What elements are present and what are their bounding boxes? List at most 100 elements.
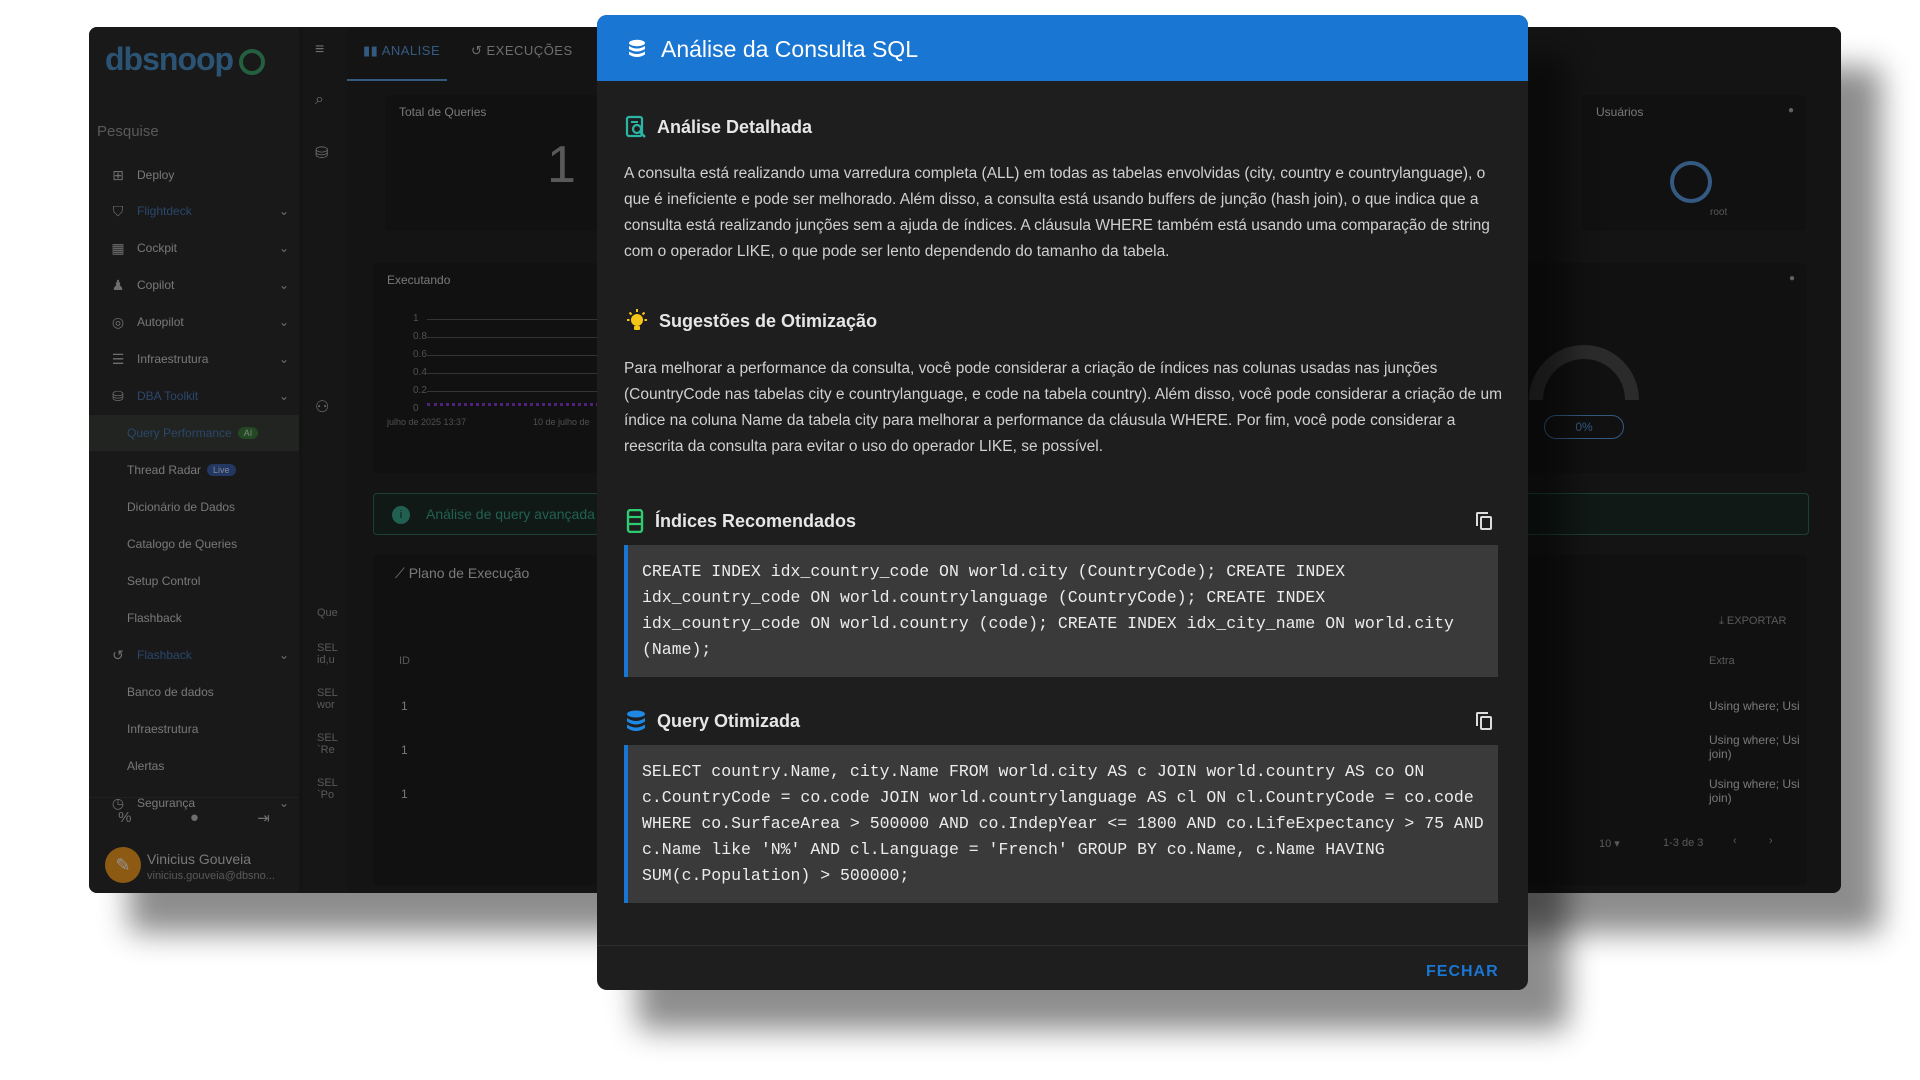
table-cell-extra: Using where; Usi join) xyxy=(1709,777,1800,805)
history-icon: ↺ xyxy=(471,43,487,58)
document-search-icon xyxy=(625,115,646,138)
users-icon[interactable]: ⚇ xyxy=(315,397,329,417)
sidebar-item-label: Thread Radar xyxy=(127,463,202,477)
user-icon[interactable]: ● xyxy=(190,809,199,826)
card-title-text: Plano de Execução xyxy=(408,565,530,581)
gridline xyxy=(427,337,617,338)
close-button[interactable]: FECHAR xyxy=(1426,963,1499,981)
y-tick: 0.4 xyxy=(413,367,427,378)
card-title: Usuários xyxy=(1596,105,1644,119)
sidebar-item-thread-radar[interactable]: Thread Radar Live xyxy=(127,452,307,488)
database-icon[interactable]: ⛁ xyxy=(315,143,328,163)
sidebar-item-catalogo[interactable]: Catalogo de Queries xyxy=(127,526,307,562)
tab-analise[interactable]: ▮▮ ANALISE xyxy=(363,43,440,59)
menu-icon[interactable]: ≡ xyxy=(315,41,324,59)
table-cell-id: 1 xyxy=(401,787,408,801)
sidebar-item-label: Flashback xyxy=(127,611,182,625)
y-tick: 1 xyxy=(413,313,419,324)
section-sugestoes: Sugestões de Otimização xyxy=(625,309,877,333)
sidebar-item-infraestrutura[interactable]: ☰ Infraestrutura ⌄ xyxy=(109,341,289,377)
ai-badge: AI xyxy=(237,427,259,439)
copy-icon-front xyxy=(1480,716,1492,730)
info-icon[interactable]: ● xyxy=(1788,105,1794,116)
table-cell-id: 1 xyxy=(401,743,408,757)
rows-per-page-select[interactable]: 10 ▾ xyxy=(1599,837,1620,850)
sidebar-item-label: Autopilot xyxy=(137,315,184,329)
rows-per-page-value: 10 xyxy=(1599,838,1612,850)
copy-indices-button[interactable] xyxy=(1475,511,1495,531)
table-cell-extra: Using where; Usi join) xyxy=(1709,733,1800,761)
query-cell: SEL id,u xyxy=(317,642,338,666)
sidebar-item-label: Copilot xyxy=(137,278,175,292)
x-tick: 10 de julho de xyxy=(533,417,590,427)
gridline xyxy=(427,319,617,320)
x-tick: julho de 2025 13:37 xyxy=(387,417,467,427)
sidebar-item-label: Cockpit xyxy=(137,241,178,255)
logout-icon[interactable]: ⇥ xyxy=(257,809,270,827)
y-tick: 0.2 xyxy=(413,385,427,396)
sidebar-item-autopilot[interactable]: ◎ Autopilot ⌄ xyxy=(109,304,289,340)
sidebar-item-label: Alertas xyxy=(127,759,165,773)
pagination-range: 1-3 de 3 xyxy=(1663,837,1704,849)
section-title: Índices Recomendados xyxy=(655,510,857,531)
sidebar-item-label: Infraestrutura xyxy=(137,352,209,366)
prev-page-icon[interactable]: ‹ xyxy=(1733,835,1737,847)
sql-analysis-dialog: Análise da Consulta SQL Análise Detalhad… xyxy=(597,15,1528,990)
section-title: Análise Detalhada xyxy=(657,116,813,137)
sidebar-item-query-performance[interactable]: Query Performance AI xyxy=(89,415,299,451)
user-email: vinicius.gouveia@dbsno... xyxy=(147,870,275,882)
query-column-header: Que xyxy=(317,607,338,619)
query-code-block: SELECT country.Name, city.Name FROM worl… xyxy=(624,745,1498,903)
history-icon: ↺ xyxy=(112,646,124,663)
percent-icon[interactable]: % xyxy=(118,809,131,826)
chevron-down-icon: ⌄ xyxy=(278,648,289,662)
sidebar-item-label: DBA Toolkit xyxy=(137,389,199,403)
users-card: Usuários ● root xyxy=(1582,95,1806,231)
sidebar-item-flashback[interactable]: ↺ Flashback ⌄ xyxy=(109,637,289,673)
sidebar-item-dba-toolkit[interactable]: ⛁ DBA Toolkit ⌄ xyxy=(109,378,289,414)
database-icon xyxy=(629,39,645,57)
next-page-icon[interactable]: › xyxy=(1769,835,1773,847)
sugestoes-text: Para melhorar a performance da consulta,… xyxy=(624,360,1502,455)
sidebar-item-cockpit[interactable]: ▦ Cockpit ⌄ xyxy=(109,230,289,266)
sidebar-item-label: Infraestrutura xyxy=(127,722,199,736)
tab-label: ANALISE xyxy=(381,43,441,58)
section-title: Query Otimizada xyxy=(657,710,801,731)
sidebar-item-setup-control[interactable]: Setup Control xyxy=(127,563,307,599)
lightbulb-icon xyxy=(627,309,647,330)
sidebar-item-dicionario[interactable]: Dicionário de Dados xyxy=(127,489,307,525)
dialog-header: Análise da Consulta SQL xyxy=(597,15,1528,81)
card-title: Executando xyxy=(387,273,451,287)
sidebar-item-deploy[interactable]: ⊞ Deploy xyxy=(109,157,289,193)
table-cell-id: 1 xyxy=(401,699,408,713)
copy-query-button[interactable] xyxy=(1475,711,1495,731)
sidebar-item-infra[interactable]: Infraestrutura xyxy=(127,711,307,747)
sidebar-item-flightdeck[interactable]: ⛉ Flightdeck ⌄ xyxy=(109,193,289,229)
export-label: EXPORTAR xyxy=(1726,615,1787,627)
executando-card: Executando 1 0.8 0.6 0.4 0.2 0 julho de … xyxy=(373,263,633,473)
sidebar-search[interactable]: Pesquise xyxy=(97,123,159,140)
y-tick: 0.8 xyxy=(413,331,427,342)
autopilot-icon: ◎ xyxy=(111,313,125,330)
sidebar-item-banco-de-dados[interactable]: Banco de dados xyxy=(127,674,307,710)
sidebar-item-label: Deploy xyxy=(137,168,175,182)
sidebar-item-copilot[interactable]: ♟ Copilot ⌄ xyxy=(109,267,289,303)
sidebar-item-alertas[interactable]: Alertas xyxy=(127,748,307,784)
table-cell-extra: Using where; Usi xyxy=(1709,699,1800,713)
card-title: Total de Queries xyxy=(399,105,487,119)
storage-icon xyxy=(626,509,644,533)
chevron-down-icon: ⌄ xyxy=(278,352,289,366)
tab-execucoes[interactable]: ↺ EXECUÇÕES xyxy=(471,43,573,59)
search-icon[interactable]: ⌕ xyxy=(315,91,324,109)
sidebar-item-flashback-tool[interactable]: Flashback xyxy=(127,600,307,636)
avatar[interactable]: ✎ xyxy=(105,847,141,883)
total-queries-card: Total de Queries 1 xyxy=(385,95,625,231)
gauge-percent: 0% xyxy=(1544,415,1624,439)
sidebar-footer: % ● ⇥ xyxy=(89,797,299,837)
total-queries-value: 1 xyxy=(547,136,576,194)
export-button[interactable]: ⤓ EXPORTAR xyxy=(1719,615,1786,628)
y-tick: 0 xyxy=(413,403,419,414)
indices-code-block: CREATE INDEX idx_country_code ON world.c… xyxy=(624,545,1498,677)
copilot-icon: ♟ xyxy=(111,276,125,293)
info-icon[interactable]: ● xyxy=(1789,273,1795,284)
